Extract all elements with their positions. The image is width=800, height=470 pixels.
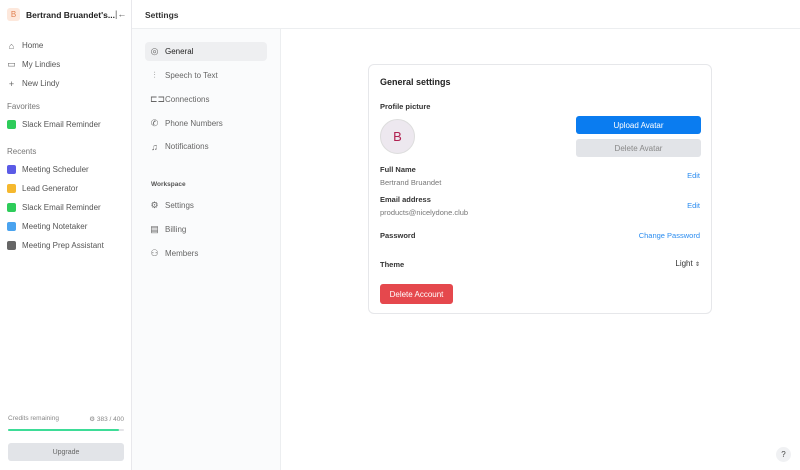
- full-name-value: Bertrand Bruandet: [380, 178, 442, 187]
- folder-icon: ▭: [7, 59, 16, 69]
- nav-label: General: [165, 47, 194, 56]
- settings-nav: ◎ General ⫶ Speech to Text ⊏⊐ Connections ✆…: [132, 29, 281, 470]
- recents-heading: Recents: [7, 147, 37, 156]
- nav-new-lindy[interactable]: + New Lindy: [7, 78, 60, 89]
- profile-picture-label: Profile picture: [380, 102, 431, 111]
- settings-nav-phone-numbers[interactable]: ✆ Phone Numbers: [145, 114, 267, 133]
- user-circle-icon: ◎: [150, 46, 159, 56]
- page-title: Settings: [145, 10, 179, 20]
- nav-label: Members: [165, 249, 199, 258]
- settings-nav-connections[interactable]: ⊏⊐ Connections: [145, 90, 267, 109]
- home-icon: ⌂: [8, 40, 15, 51]
- email-value: products@nicelydone.club: [380, 208, 469, 217]
- theme-select[interactable]: Light ⇕: [675, 259, 700, 268]
- item-label: Meeting Prep Assistant: [22, 241, 104, 250]
- plus-icon: +: [8, 78, 15, 89]
- edit-email-link[interactable]: Edit: [687, 201, 700, 210]
- edit-name-link[interactable]: Edit: [687, 171, 700, 180]
- workspace-heading: Workspace: [151, 181, 186, 188]
- upgrade-button[interactable]: Upgrade: [8, 443, 124, 461]
- nav-home[interactable]: ⌂ Home: [7, 40, 44, 51]
- item-label: Slack Email Reminder: [22, 120, 101, 129]
- avatar: B: [380, 119, 415, 154]
- settings-nav-members[interactable]: ⚇ Members: [145, 244, 267, 263]
- gear-icon: ⚙: [150, 200, 159, 210]
- settings-nav-settings[interactable]: ⚙ Settings: [145, 196, 267, 215]
- nav-my-lindies[interactable]: ▭ My Lindies: [7, 59, 61, 69]
- settings-nav-speech-to-text[interactable]: ⫶ Speech to Text: [145, 66, 267, 85]
- change-password-link[interactable]: Change Password: [639, 231, 700, 240]
- help-button[interactable]: ?: [776, 447, 791, 462]
- recent-item[interactable]: Lead Generator: [7, 184, 78, 193]
- lindy-icon: [7, 184, 16, 193]
- collapse-sidebar-icon[interactable]: |←: [115, 9, 126, 19]
- password-label: Password: [380, 231, 416, 240]
- credits: Credits remaining ⚙ 383 / 400: [8, 415, 124, 423]
- full-name-label: Full Name: [380, 165, 416, 174]
- sidebar: B Bertrand Bruandet's... |← ⌂ Home ▭ My Li…: [0, 0, 132, 470]
- lindy-icon: [7, 222, 16, 231]
- top-bar: Settings: [132, 0, 800, 29]
- nav-label: New Lindy: [22, 79, 60, 88]
- favorites-heading: Favorites: [7, 102, 40, 111]
- delete-account-button[interactable]: Delete Account: [380, 284, 453, 304]
- recent-item[interactable]: Meeting Notetaker: [7, 222, 87, 231]
- credits-progress: [8, 429, 124, 431]
- lindy-icon: [7, 120, 16, 129]
- theme-label: Theme: [380, 260, 405, 269]
- gear-icon: ⚙: [89, 416, 97, 423]
- theme-value: Light: [675, 259, 693, 268]
- chevron-up-down-icon: ⇕: [694, 262, 700, 268]
- nav-label: My Lindies: [22, 60, 61, 69]
- recent-item[interactable]: Slack Email Reminder: [7, 203, 101, 212]
- favorite-item[interactable]: Slack Email Reminder: [7, 120, 101, 129]
- settings-nav-general[interactable]: ◎ General: [145, 42, 267, 61]
- credits-value: 383 / 400: [96, 416, 124, 423]
- settings-nav-notifications[interactable]: ♫ Notifications: [145, 137, 267, 156]
- link-icon: ⊏⊐: [150, 94, 166, 104]
- upload-avatar-button[interactable]: Upload Avatar: [576, 116, 701, 134]
- receipt-icon: ▤: [150, 224, 159, 234]
- nav-label: Billing: [165, 225, 187, 234]
- lindy-icon: [7, 241, 16, 250]
- card-title: General settings: [380, 77, 451, 87]
- nav-label: Notifications: [165, 142, 209, 151]
- waveform-icon: ⫶: [153, 70, 156, 80]
- delete-avatar-button[interactable]: Delete Avatar: [576, 139, 701, 157]
- nav-label: Speech to Text: [165, 71, 218, 80]
- nav-label: Connections: [165, 95, 210, 104]
- nav-label: Home: [22, 41, 44, 50]
- email-label: Email address: [380, 195, 431, 204]
- workspace-switcher[interactable]: B Bertrand Bruandet's...: [7, 8, 115, 21]
- recent-item[interactable]: Meeting Prep Assistant: [7, 241, 104, 250]
- item-label: Slack Email Reminder: [22, 203, 101, 212]
- settings-nav-billing[interactable]: ▤ Billing: [145, 220, 267, 239]
- lindy-icon: [7, 165, 16, 174]
- item-label: Meeting Scheduler: [22, 165, 89, 174]
- users-icon: ⚇: [150, 248, 159, 258]
- phone-icon: ✆: [150, 118, 159, 128]
- recent-item[interactable]: Meeting Scheduler: [7, 165, 89, 174]
- workspace-name: Bertrand Bruandet's...: [26, 9, 115, 20]
- item-label: Lead Generator: [22, 184, 79, 193]
- credits-label: Credits remaining: [8, 415, 59, 422]
- bell-icon: ♫: [151, 141, 158, 152]
- workspace-avatar: B: [7, 8, 20, 21]
- nav-label: Settings: [165, 201, 194, 210]
- item-label: Meeting Notetaker: [22, 222, 88, 231]
- nav-label: Phone Numbers: [165, 119, 223, 128]
- credits-fill: [8, 429, 120, 431]
- general-settings-card: General settings Profile picture B Uploa…: [368, 64, 712, 314]
- lindy-icon: [7, 203, 16, 212]
